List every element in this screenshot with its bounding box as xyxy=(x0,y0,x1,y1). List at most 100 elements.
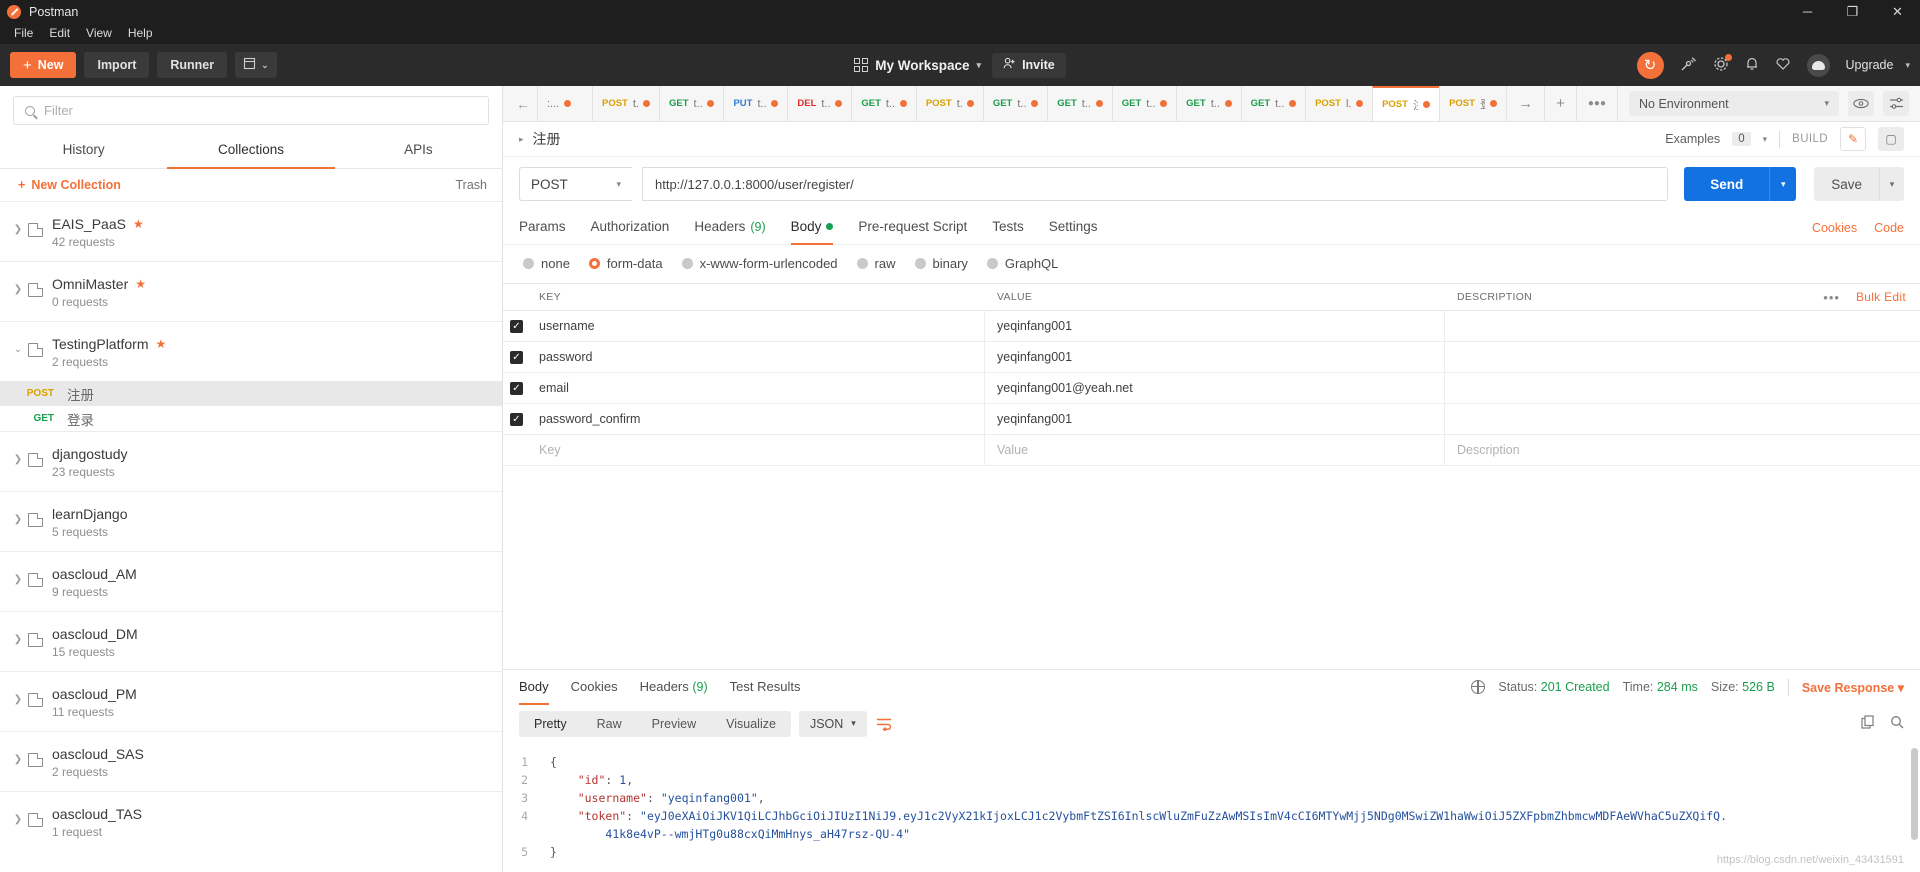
chevron-right-icon[interactable]: ❯ xyxy=(8,801,28,825)
vertical-scrollbar[interactable] xyxy=(1911,747,1918,840)
row-description[interactable] xyxy=(1445,373,1920,403)
open-tab[interactable]: GET t... xyxy=(659,86,725,121)
open-tab[interactable]: GET t... xyxy=(1240,86,1307,121)
collection-item[interactable]: ❯ learnDjango 5 requests xyxy=(0,491,502,551)
workspace-selector[interactable]: My Workspace ▾ xyxy=(854,58,981,73)
new-key-input[interactable]: Key xyxy=(530,435,985,465)
maximize-button[interactable]: ❐ xyxy=(1830,0,1875,23)
open-tab[interactable]: GET t... xyxy=(1111,86,1178,121)
format-pretty[interactable]: Pretty xyxy=(519,717,582,731)
collection-item[interactable]: ❯ EAIS_PaaS ★ 42 requests xyxy=(0,201,502,261)
table-row[interactable]: ✓ password yeqinfang001 xyxy=(503,342,1920,373)
chevron-right-icon[interactable]: ❯ xyxy=(8,501,28,525)
method-selector[interactable]: POST ▾ xyxy=(519,167,632,201)
tab-apis[interactable]: APIs xyxy=(335,133,502,169)
new-tab-button[interactable]: + xyxy=(1544,86,1576,121)
row-key[interactable]: email xyxy=(530,373,985,403)
copy-icon[interactable] xyxy=(1861,715,1875,732)
collection-item[interactable]: ❯ OmniMaster ★ 0 requests xyxy=(0,261,502,321)
bulk-edit-link[interactable]: Bulk Edit xyxy=(1856,290,1906,304)
new-description-input[interactable]: Description xyxy=(1445,435,1920,465)
row-description[interactable] xyxy=(1445,311,1920,341)
tab-params[interactable]: Params xyxy=(519,211,566,245)
scroll-right-button[interactable]: → xyxy=(1506,86,1544,121)
chevron-right-icon[interactable]: ❯ xyxy=(8,681,28,705)
body-type-form-data[interactable]: form-data xyxy=(588,256,663,271)
minimize-button[interactable]: ─ xyxy=(1785,0,1830,23)
table-row[interactable]: ✓ email yeqinfang001@yeah.net xyxy=(503,373,1920,404)
body-type-raw[interactable]: raw xyxy=(856,256,896,271)
tab-body[interactable]: Body xyxy=(790,211,834,245)
tab-settings[interactable]: Settings xyxy=(1049,211,1098,245)
row-value[interactable]: yeqinfang001@yeah.net xyxy=(985,373,1445,403)
row-key[interactable]: username xyxy=(530,311,985,341)
table-options-icon[interactable]: ••• xyxy=(1823,290,1840,305)
gear-icon[interactable] xyxy=(1713,53,1732,75)
scroll-left-button[interactable]: ← xyxy=(509,86,537,121)
body-type-x-www-form-urlencoded[interactable]: x-www-form-urlencoded xyxy=(681,256,838,271)
table-row-placeholder[interactable]: Key Value Description xyxy=(503,435,1920,466)
edit-pencil-icon[interactable]: ✎ xyxy=(1840,127,1866,151)
star-icon[interactable]: ★ xyxy=(155,337,166,351)
response-body-viewer[interactable]: 1 2 3 4 5 { "id": 1, "username": "yeqinf… xyxy=(503,744,1920,872)
search-icon[interactable] xyxy=(1890,715,1904,732)
response-tab-body[interactable]: Body xyxy=(519,670,549,705)
open-tab[interactable]: PUT t... xyxy=(723,86,789,121)
open-tab[interactable]: :... xyxy=(537,86,593,121)
open-tab[interactable]: POST t... xyxy=(915,86,984,121)
open-tab[interactable]: GET t... xyxy=(851,86,917,121)
response-tab-headers[interactable]: Headers (9) xyxy=(640,670,708,705)
tab-collections[interactable]: Collections xyxy=(167,133,335,169)
chevron-right-icon[interactable]: ❯ xyxy=(8,561,28,585)
menu-item-view[interactable]: View xyxy=(78,23,120,44)
new-button[interactable]: + New xyxy=(10,52,77,78)
body-type-none[interactable]: none xyxy=(523,256,570,271)
close-button[interactable]: ✕ xyxy=(1875,0,1920,23)
environment-selector[interactable]: No Environment ▾ xyxy=(1629,91,1839,116)
body-type-binary[interactable]: binary xyxy=(914,256,968,271)
environment-settings-button[interactable] xyxy=(1883,91,1909,116)
row-checkbox[interactable]: ✓ xyxy=(503,350,530,364)
tab-options-button[interactable]: ●●● xyxy=(1575,86,1617,121)
tab-headers[interactable]: Headers (9) xyxy=(694,211,765,245)
format-preview[interactable]: Preview xyxy=(637,717,711,731)
bell-icon[interactable] xyxy=(1745,56,1759,74)
satellite-icon[interactable] xyxy=(1680,56,1697,75)
menu-item-file[interactable]: File xyxy=(6,23,41,44)
open-tab[interactable]: DEL t... xyxy=(787,86,853,121)
row-description[interactable] xyxy=(1445,342,1920,372)
star-icon[interactable]: ★ xyxy=(135,277,146,291)
tab-pre-request-script[interactable]: Pre-request Script xyxy=(858,211,967,245)
row-key[interactable]: password xyxy=(530,342,985,372)
heart-icon[interactable] xyxy=(1775,56,1791,74)
chevron-right-icon[interactable]: ❯ xyxy=(8,621,28,645)
upgrade-button[interactable]: Upgrade ▾ xyxy=(1846,58,1910,72)
response-tab-cookies[interactable]: Cookies xyxy=(571,670,618,705)
code-link[interactable]: Code xyxy=(1874,221,1904,235)
open-tab[interactable]: GET t... xyxy=(982,86,1049,121)
cookies-link[interactable]: Cookies xyxy=(1812,221,1857,235)
tab-authorization[interactable]: Authorization xyxy=(591,211,670,245)
tab-history[interactable]: History xyxy=(0,133,167,169)
wrap-lines-button[interactable] xyxy=(876,717,892,731)
request-breadcrumb[interactable]: ▸ 注册 xyxy=(519,129,561,149)
request-item-register[interactable]: POST 注册 xyxy=(0,381,502,406)
collection-item[interactable]: ❯ oascloud_AM 9 requests xyxy=(0,551,502,611)
table-row[interactable]: ✓ username yeqinfang001 xyxy=(503,311,1920,342)
format-visualize[interactable]: Visualize xyxy=(711,717,791,731)
collection-item[interactable]: ❯ djangostudy 23 requests xyxy=(0,431,502,491)
row-checkbox[interactable]: ✓ xyxy=(503,381,530,395)
table-row[interactable]: ✓ password_confirm yeqinfang001 xyxy=(503,404,1920,435)
new-window-button[interactable]: ⌄ xyxy=(235,52,277,78)
open-tab[interactable]: POST t... xyxy=(592,86,660,121)
environment-quick-look-button[interactable] xyxy=(1848,91,1874,116)
collection-item[interactable]: ⌄ TestingPlatform ★ 2 requests xyxy=(0,321,502,381)
collection-item[interactable]: ❯ oascloud_TAS 1 request xyxy=(0,791,502,851)
row-checkbox[interactable]: ✓ xyxy=(503,319,530,333)
open-tab[interactable]: GET t... xyxy=(1176,86,1242,121)
save-button[interactable]: Save xyxy=(1814,167,1879,201)
send-button[interactable]: Send xyxy=(1684,167,1770,201)
star-icon[interactable]: ★ xyxy=(133,217,144,231)
invite-button[interactable]: Invite xyxy=(992,52,1066,78)
save-options-button[interactable]: ▾ xyxy=(1879,167,1904,201)
